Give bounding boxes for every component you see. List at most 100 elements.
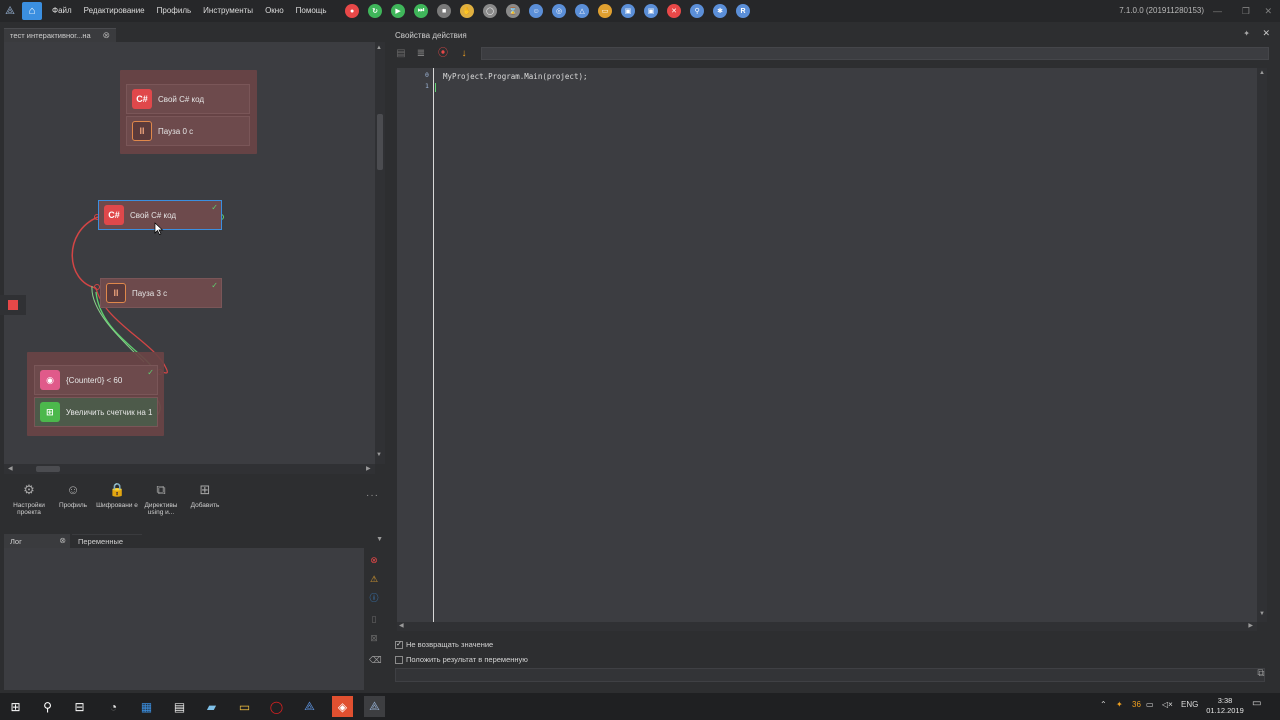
variable-picker-icon[interactable]: ⧉ [1254, 668, 1268, 682]
put-result-checkbox[interactable] [395, 655, 403, 664]
stop-icon[interactable]: ■ [437, 4, 452, 18]
node-counter[interactable]: ⊞ Увеличить счетчик на 1 [34, 397, 158, 427]
no-return-option[interactable]: ✓ Не возвращать значение [395, 640, 493, 649]
explorer-icon[interactable]: ▭ [234, 696, 255, 717]
list-icon[interactable]: ≣ [414, 47, 428, 61]
code-horizontal-scrollbar[interactable]: ◀ ▶ [397, 622, 1257, 631]
info-filter-icon[interactable]: ⓘ [369, 593, 379, 603]
scroll-up-icon[interactable]: ▲ [376, 45, 382, 51]
volume-icon[interactable]: ◁× [1162, 700, 1173, 709]
scroll-right-icon[interactable]: ▶ [366, 465, 371, 472]
opera-icon[interactable]: ◯ [266, 696, 287, 717]
arrow-down-icon[interactable]: ↓ [457, 47, 471, 61]
using-directives-button[interactable]: ⧉ Директивы using и... [139, 482, 183, 516]
hand-icon[interactable]: ✋ [460, 4, 475, 18]
notepad-icon[interactable]: ▰ [201, 696, 222, 717]
search-icon[interactable]: ⚲ [690, 4, 705, 18]
save-as-icon[interactable]: ▣ [644, 4, 659, 18]
project-tab[interactable]: тест интерактивног...на ⊗ [4, 28, 116, 42]
pin-icon[interactable]: ✦ [1243, 29, 1250, 38]
task-view-icon[interactable]: ⊟ [69, 696, 90, 717]
profile-button[interactable]: ☺ Профиль [51, 482, 95, 509]
eraser-icon[interactable]: ⌫ [369, 655, 382, 665]
project-canvas[interactable]: C# Свой C# код II Пауза 0 с C# Свой C# к… [4, 42, 375, 464]
code-line[interactable]: MyProject.Program.Main(project); [443, 72, 588, 81]
clock[interactable]: 3:38 01.12.2019 [1204, 696, 1246, 716]
home-button[interactable]: ⌂ [22, 2, 42, 20]
project-maker-icon[interactable]: ⟁ [364, 696, 385, 717]
menu-help[interactable]: Помощь [290, 0, 333, 22]
stop-side-button[interactable] [0, 295, 26, 315]
document-icon[interactable]: ▤ [394, 47, 408, 61]
code-vertical-scrollbar[interactable]: ▲ ▼ [1257, 68, 1267, 622]
registry-icon[interactable]: R [736, 4, 751, 18]
scroll-left-icon[interactable]: ◀ [399, 622, 404, 629]
chevron-down-icon[interactable]: ▼ [376, 536, 383, 543]
language-indicator[interactable]: ENG [1181, 700, 1198, 709]
record-app-icon[interactable]: ◈ [332, 696, 353, 717]
network-icon[interactable]: ▭ [1146, 700, 1154, 709]
visibility-icon[interactable]: ◎ [552, 4, 567, 18]
close-window-icon[interactable]: ✕ [1264, 0, 1272, 22]
globe-icon[interactable]: ◯ [483, 4, 498, 18]
more-icon[interactable]: ··· [366, 490, 379, 501]
tab-variables[interactable]: Переменные [72, 534, 142, 548]
chevron-up-icon[interactable]: ⌃ [1100, 700, 1107, 709]
play-icon[interactable]: ▶ [391, 4, 406, 18]
record-icon[interactable]: ● [345, 4, 360, 18]
code-editor[interactable]: 0 1 MyProject.Program.Main(project); [397, 68, 1267, 622]
settings-icon[interactable]: ✱ [713, 4, 728, 18]
close-tab-icon[interactable]: ⊗ [59, 536, 66, 545]
canvas-horizontal-scrollbar[interactable]: ◀ ▶ [4, 464, 375, 474]
close-tab-icon[interactable]: ⊗ [102, 30, 110, 41]
put-result-option[interactable]: Положить результат в переменную [395, 655, 528, 664]
tray-app-icon[interactable]: ✦ [1116, 700, 1123, 709]
result-variable-input[interactable] [395, 668, 1265, 682]
add-tool-button[interactable]: ⊞ Добавить [183, 482, 227, 509]
notification-icon[interactable]: ▭ [1252, 698, 1261, 709]
clock-app-icon[interactable]: ◔ [103, 696, 124, 717]
start-icon[interactable]: ⊞ [5, 696, 26, 717]
scroll-down-icon[interactable]: ▼ [376, 452, 382, 458]
no-return-checkbox[interactable]: ✓ [395, 640, 403, 649]
calculator-icon[interactable]: ▤ [169, 696, 190, 717]
zennoposter-icon[interactable]: ⟁ [299, 696, 320, 717]
clear-icon[interactable]: ⊠ [369, 633, 379, 643]
save-icon[interactable]: ▣ [621, 4, 636, 18]
canvas-vertical-scrollbar[interactable]: ▲ ▼ [375, 42, 385, 464]
store-icon[interactable]: ▦ [136, 696, 157, 717]
warning-filter-icon[interactable]: ⚠ [369, 574, 379, 584]
project-settings-button[interactable]: ⚙ Настройки проекта [7, 482, 51, 516]
menu-edit[interactable]: Редактирование [78, 0, 151, 22]
folder-icon[interactable]: ▭ [598, 4, 613, 18]
menu-profile[interactable]: Профиль [151, 0, 198, 22]
copy-icon[interactable]: ▯ [369, 614, 379, 624]
menu-file[interactable]: Файл [46, 0, 78, 22]
step-icon[interactable]: ⏭ [414, 4, 429, 18]
menu-tools[interactable]: Инструменты [197, 0, 259, 22]
search-icon[interactable]: ⚲ [37, 696, 58, 717]
user-icon[interactable]: ☺ [529, 4, 544, 18]
scroll-left-icon[interactable]: ◀ [8, 465, 13, 472]
connector-dot[interactable] [94, 284, 100, 290]
close-panel-icon[interactable]: ✕ [1262, 28, 1270, 39]
error-filter-icon[interactable]: ⊗ [369, 555, 379, 565]
node-pause[interactable]: II Пауза 3 с ✓ [100, 278, 222, 308]
close-icon[interactable]: ✕ [667, 4, 682, 18]
hourglass-icon[interactable]: ⌛ [506, 4, 521, 18]
triangle-icon[interactable]: △ [575, 4, 590, 18]
restore-icon[interactable]: ❐ [1242, 0, 1250, 22]
tab-log[interactable]: Лог ⊗ [4, 534, 70, 548]
scroll-down-icon[interactable]: ▼ [1259, 611, 1265, 617]
menu-window[interactable]: Окно [259, 0, 290, 22]
scroll-right-icon[interactable]: ▶ [1248, 622, 1253, 629]
refresh-icon[interactable]: ↻ [368, 4, 383, 18]
property-search-input[interactable] [481, 47, 1269, 60]
node-condition[interactable]: ◉ {Counter0} < 60 ✓ [34, 365, 158, 395]
record-icon[interactable]: ⦿ [436, 47, 450, 61]
log-area[interactable] [4, 548, 364, 690]
scroll-thumb[interactable] [377, 114, 383, 170]
minimize-icon[interactable]: — [1213, 0, 1222, 22]
encryption-button[interactable]: 🔒 Шифровани е [95, 482, 139, 509]
scroll-up-icon[interactable]: ▲ [1259, 70, 1265, 76]
